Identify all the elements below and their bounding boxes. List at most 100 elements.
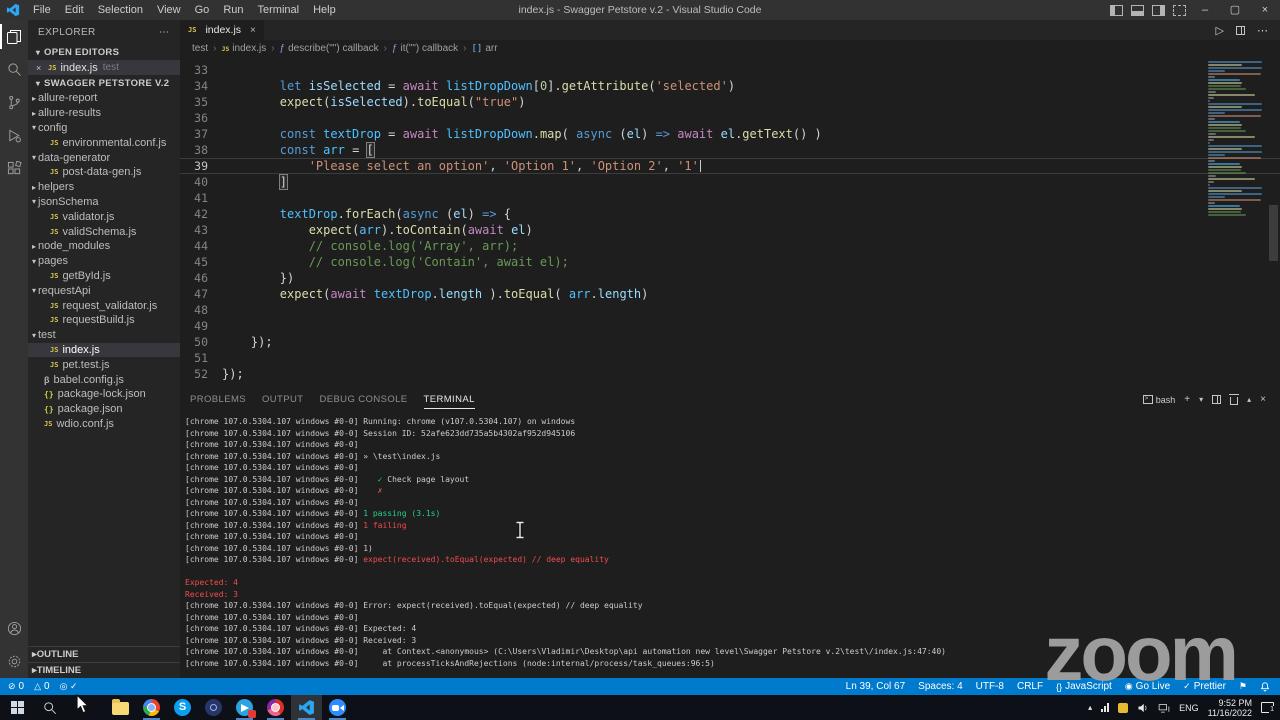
- tree-item-validator-js[interactable]: JSvalidator.js: [28, 209, 180, 224]
- more-actions-icon[interactable]: ⋯: [159, 27, 170, 38]
- tree-item-wdio-conf-js[interactable]: JSwdio.conf.js: [28, 417, 180, 432]
- line-number[interactable]: 35: [180, 94, 222, 110]
- taskbar-app-skype[interactable]: S: [167, 695, 198, 720]
- taskbar-app-vscode[interactable]: [291, 695, 322, 720]
- line-number[interactable]: 49: [180, 318, 222, 334]
- line-number[interactable]: 34: [180, 78, 222, 94]
- activitybar-search[interactable]: [0, 53, 28, 86]
- tab-indexjs[interactable]: JS index.js ×: [180, 20, 265, 40]
- tree-item-config[interactable]: ▾config: [28, 121, 180, 136]
- new-terminal-button[interactable]: +: [1184, 394, 1190, 405]
- terminal-shell-selector[interactable]: > bash: [1143, 395, 1176, 405]
- panel-tab-debug-console[interactable]: DEBUG CONSOLE: [319, 390, 407, 409]
- menu-view[interactable]: View: [150, 4, 188, 16]
- code-line[interactable]: 35 expect(isSelected).toEqual("true"): [180, 94, 1280, 110]
- tree-item-node-modules[interactable]: ▸node_modules: [28, 239, 180, 254]
- panel-tab-problems[interactable]: PROBLEMS: [190, 390, 246, 409]
- code-line[interactable]: 37 const textDrop = await listDropDown.m…: [180, 126, 1280, 142]
- restore-button[interactable]: ▢: [1220, 0, 1250, 20]
- tree-item-pet-test-js[interactable]: JSpet.test.js: [28, 357, 180, 372]
- maximize-panel-icon[interactable]: ▴: [1247, 395, 1251, 404]
- tree-item-test[interactable]: ▾test: [28, 328, 180, 343]
- menu-file[interactable]: File: [26, 4, 58, 16]
- code-line[interactable]: 51: [180, 350, 1280, 366]
- line-number[interactable]: 33: [180, 62, 222, 78]
- close-button[interactable]: ×: [1250, 0, 1280, 20]
- toggle-panel-icon[interactable]: [1131, 5, 1144, 16]
- close-panel-icon[interactable]: ×: [1260, 394, 1266, 405]
- activitybar-run-debug[interactable]: [0, 119, 28, 152]
- menu-go[interactable]: Go: [188, 4, 217, 16]
- line-number[interactable]: 40: [180, 174, 222, 190]
- line-number[interactable]: 47: [180, 286, 222, 302]
- status-flag[interactable]: ⚑: [1239, 681, 1247, 692]
- menu-run[interactable]: Run: [216, 4, 250, 16]
- breadcrumb-item[interactable]: ƒdescribe("") callback: [280, 43, 379, 54]
- tree-item-pages[interactable]: ▾pages: [28, 254, 180, 269]
- open-editors-section[interactable]: ▾ OPEN EDITORS: [28, 44, 180, 60]
- code-line[interactable]: 41: [180, 190, 1280, 206]
- line-number[interactable]: 41: [180, 190, 222, 206]
- split-terminal-icon[interactable]: [1212, 395, 1221, 404]
- editor-scrollbar[interactable]: [1269, 205, 1278, 261]
- kill-terminal-icon[interactable]: [1230, 397, 1238, 405]
- tree-item-validschema-js[interactable]: JSvalidSchema.js: [28, 224, 180, 239]
- start-button[interactable]: [0, 695, 34, 720]
- signal-icon[interactable]: [1101, 703, 1109, 712]
- open-editor-item[interactable]: × JS index.js test: [28, 60, 180, 75]
- status-ln-39-col-67[interactable]: Ln 39, Col 67: [846, 681, 906, 692]
- line-number[interactable]: 46: [180, 270, 222, 286]
- tree-item-package-json[interactable]: {}package.json: [28, 402, 180, 417]
- tree-item-post-data-gen-js[interactable]: JSpost-data-gen.js: [28, 165, 180, 180]
- status-crlf[interactable]: CRLF: [1017, 681, 1043, 692]
- line-number[interactable]: 42: [180, 206, 222, 222]
- code-line[interactable]: 42 textDrop.forEach(async (el) => {: [180, 206, 1280, 222]
- toggle-secondary-sidebar-icon[interactable]: [1152, 5, 1165, 16]
- tree-item-jsonschema[interactable]: ▾jsonSchema: [28, 195, 180, 210]
- taskbar-app-telegram[interactable]: [229, 695, 260, 720]
- code-editor[interactable]: 3334 let isSelected = await listDropDown…: [180, 57, 1280, 390]
- tray-app-icon[interactable]: [1118, 703, 1128, 713]
- line-number[interactable]: 51: [180, 350, 222, 366]
- code-line[interactable]: 47 expect(await textDrop.length ).toEqua…: [180, 286, 1280, 302]
- status-0[interactable]: ⊘0: [8, 681, 24, 692]
- terminal-dropdown-icon[interactable]: ▾: [1199, 395, 1203, 404]
- tree-item-index-js[interactable]: JSindex.js: [28, 343, 180, 358]
- status-spaces-4[interactable]: Spaces: 4: [918, 681, 962, 692]
- close-icon[interactable]: ×: [36, 63, 48, 73]
- speaker-icon[interactable]: [1137, 702, 1149, 714]
- activitybar-settings[interactable]: [0, 645, 28, 678]
- tree-item-getbyid-js[interactable]: JSgetById.js: [28, 269, 180, 284]
- minimize-button[interactable]: –: [1190, 0, 1220, 20]
- customize-layout-icon[interactable]: [1173, 5, 1186, 16]
- status-0[interactable]: △0: [34, 681, 49, 692]
- outline-section[interactable]: ▸ OUTLINE: [28, 646, 180, 662]
- project-section[interactable]: ▾ SWAGGER PETSTORE V.2: [28, 75, 180, 91]
- menu-edit[interactable]: Edit: [58, 4, 91, 16]
- taskbar-app-app[interactable]: [198, 695, 229, 720]
- split-editor-icon[interactable]: [1236, 26, 1245, 35]
- line-number[interactable]: 36: [180, 110, 222, 126]
- code-line[interactable]: 46 }): [180, 270, 1280, 286]
- code-line[interactable]: 52});: [180, 366, 1280, 382]
- code-line[interactable]: 45 // console.log('Contain', await el);: [180, 254, 1280, 270]
- more-actions-icon[interactable]: ⋯: [1257, 24, 1268, 37]
- taskbar-search[interactable]: [34, 695, 65, 720]
- activitybar-account[interactable]: [0, 612, 28, 645]
- code-line[interactable]: 33: [180, 62, 1280, 78]
- tray-chevron-icon[interactable]: ▴: [1088, 703, 1092, 712]
- tree-item-requestbuild-js[interactable]: JSrequestBuild.js: [28, 313, 180, 328]
- line-number[interactable]: 48: [180, 302, 222, 318]
- tree-item-data-generator[interactable]: ▾data-generator: [28, 150, 180, 165]
- taskbar-app-chrome-profile[interactable]: [260, 695, 291, 720]
- line-number[interactable]: 43: [180, 222, 222, 238]
- tree-item-babel-config-js[interactable]: βbabel.config.js: [28, 372, 180, 387]
- code-line[interactable]: 48: [180, 302, 1280, 318]
- tree-item-allure-report[interactable]: ▸allure-report: [28, 91, 180, 106]
- tree-item-package-lock-json[interactable]: {}package-lock.json: [28, 387, 180, 402]
- activitybar-explorer[interactable]: [0, 20, 28, 53]
- run-button[interactable]: ▷: [1216, 24, 1224, 37]
- code-line[interactable]: 49: [180, 318, 1280, 334]
- tree-item-environmental-conf-js[interactable]: JSenvironmental.conf.js: [28, 135, 180, 150]
- timeline-section[interactable]: ▸ TIMELINE: [28, 662, 180, 678]
